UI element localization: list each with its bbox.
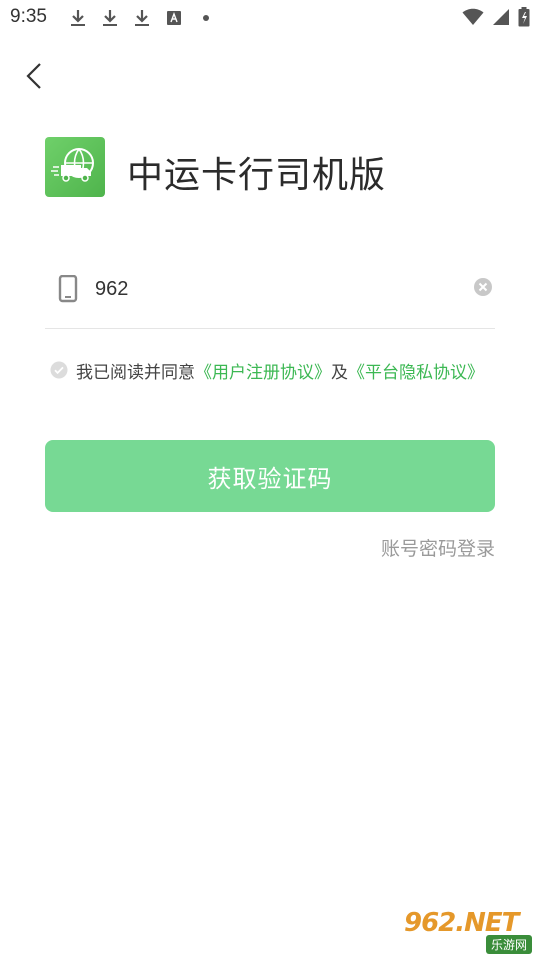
status-time: 9:35	[10, 6, 47, 27]
truck-globe-icon	[51, 145, 99, 189]
account-password-login-link[interactable]: 账号密码登录	[381, 534, 495, 561]
signal-icon	[492, 8, 510, 30]
mobile-phone-icon	[57, 274, 79, 303]
chevron-left-icon	[25, 62, 43, 94]
agreement-prefix: 我已阅读并同意	[76, 362, 195, 383]
agreement-conjunction: 及	[331, 362, 348, 383]
back-button[interactable]	[18, 60, 50, 96]
clear-circle-icon[interactable]	[473, 277, 493, 297]
agreement-row: 我已阅读并同意 《用户注册协议》 及 《平台隐私协议》	[50, 357, 484, 383]
dot-icon	[196, 8, 216, 28]
download-icon	[132, 8, 152, 28]
status-bar: 9:35	[0, 0, 540, 36]
user-agreement-link[interactable]: 《用户注册协议》	[195, 358, 331, 383]
phone-field	[45, 265, 495, 329]
system-icons	[462, 7, 530, 31]
watermark-main: 962.NET	[404, 908, 519, 938]
privacy-policy-link[interactable]: 《平台隐私协议》	[348, 358, 484, 383]
download-icon	[100, 8, 120, 28]
notification-icons	[68, 8, 216, 28]
text-a-icon	[164, 8, 184, 28]
get-verification-code-button[interactable]: 获取验证码	[45, 440, 495, 512]
app-logo	[45, 137, 105, 197]
download-icon	[68, 8, 88, 28]
watermark-sub: 乐游网	[485, 935, 532, 954]
battery-charging-icon	[518, 7, 530, 31]
watermark-logo: 962.NET 乐游网	[402, 908, 534, 954]
phone-input[interactable]	[95, 273, 455, 305]
wifi-icon	[462, 8, 484, 30]
agree-checkbox[interactable]	[50, 361, 68, 379]
app-title: 中运卡行司机版	[127, 155, 387, 196]
